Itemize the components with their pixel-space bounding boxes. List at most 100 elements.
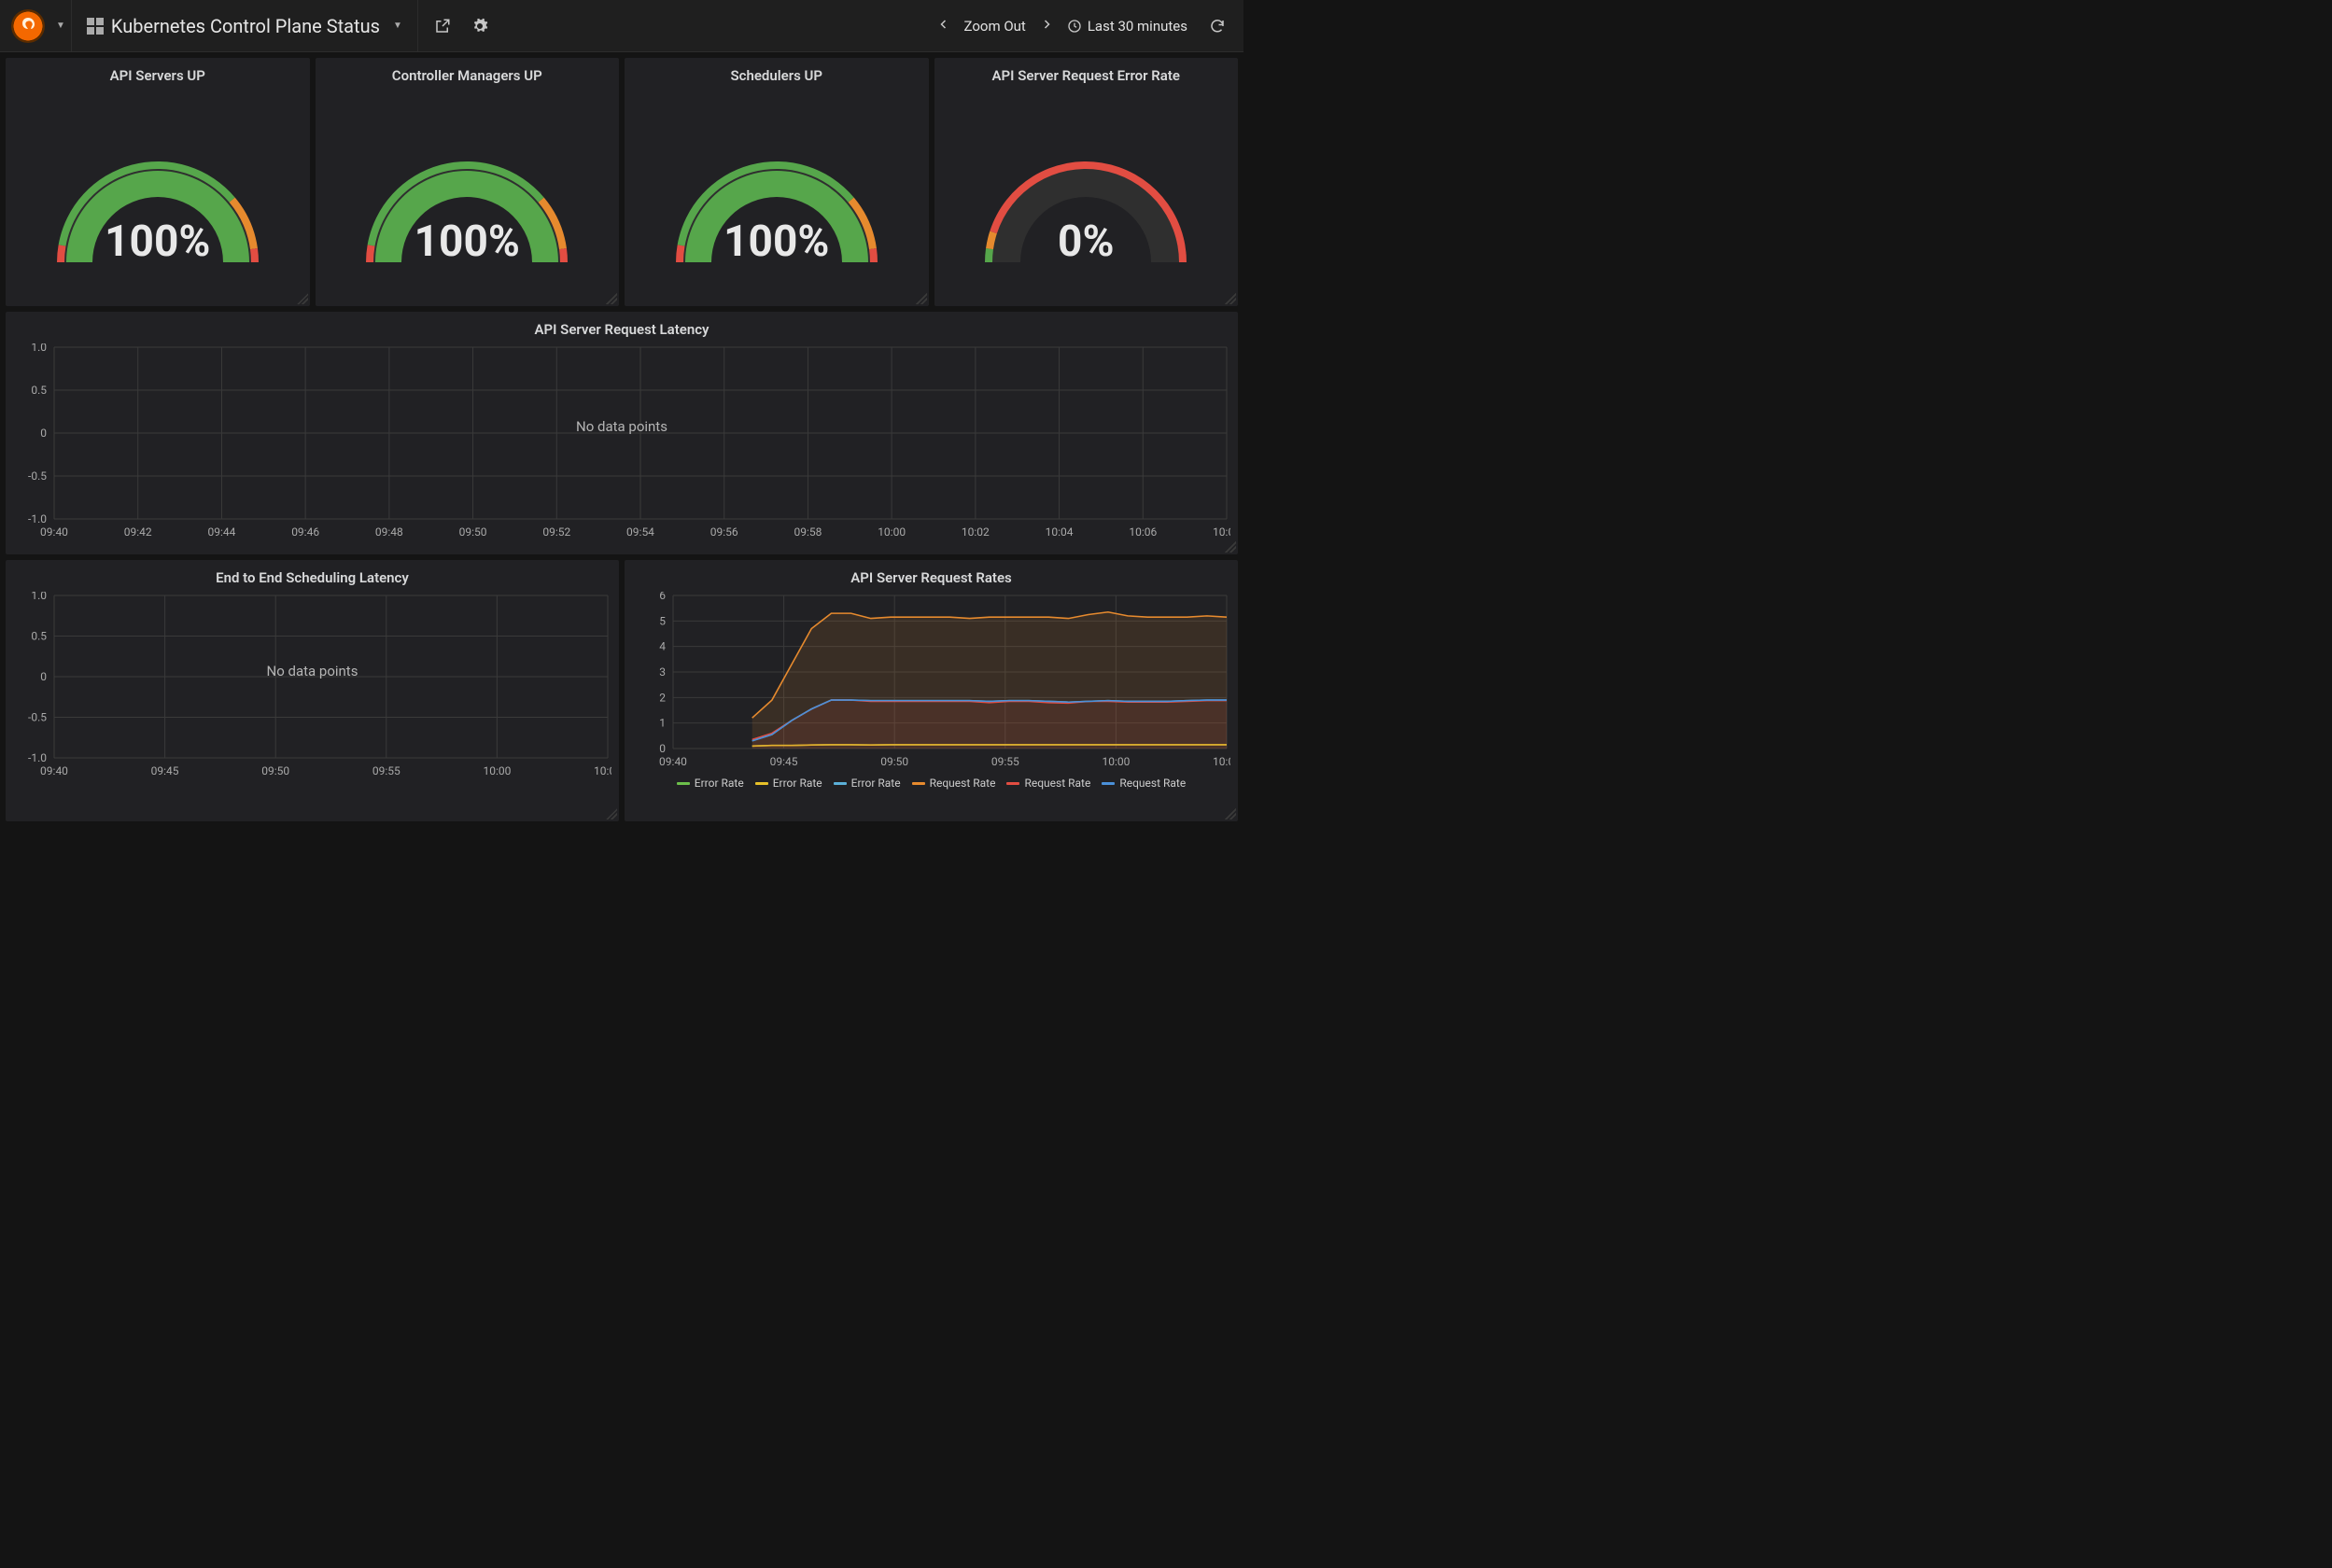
resize-handle[interactable]	[916, 293, 927, 304]
legend-item[interactable]: Error Rate	[834, 777, 901, 790]
svg-text:09:50: 09:50	[880, 755, 908, 768]
legend-item[interactable]: Error Rate	[755, 777, 822, 790]
svg-text:09:42: 09:42	[124, 525, 152, 539]
svg-text:09:40: 09:40	[659, 755, 687, 768]
svg-text:09:55: 09:55	[372, 764, 400, 777]
svg-text:4: 4	[659, 640, 666, 653]
svg-text:1.0: 1.0	[31, 343, 47, 354]
toolbar-divider	[71, 0, 72, 51]
resize-handle[interactable]	[606, 293, 617, 304]
panel-title: Controller Managers UP	[316, 58, 620, 90]
resize-handle[interactable]	[1225, 808, 1236, 819]
svg-text:09:40: 09:40	[40, 525, 68, 539]
no-data-label: No data points	[13, 418, 1230, 435]
resize-handle[interactable]	[297, 293, 308, 304]
legend-label: Error Rate	[695, 777, 744, 790]
svg-text:09:46: 09:46	[291, 525, 319, 539]
svg-text:10:00: 10:00	[483, 764, 511, 777]
resize-handle[interactable]	[1225, 293, 1236, 304]
grafana-logo-icon[interactable]	[11, 9, 45, 43]
panel-scheduling-latency[interactable]: End to End Scheduling Latency 1.00.50-0.…	[6, 560, 619, 821]
legend-label: Request Rate	[1024, 777, 1090, 790]
resize-handle[interactable]	[606, 808, 617, 819]
legend-swatch	[912, 782, 925, 785]
chevron-right-icon	[1041, 19, 1052, 30]
legend-swatch	[1102, 782, 1115, 785]
svg-text:3: 3	[659, 665, 666, 679]
svg-text:5: 5	[659, 614, 666, 627]
panel-title: API Servers UP	[6, 58, 310, 90]
svg-text:09:50: 09:50	[459, 525, 487, 539]
time-forward-button[interactable]	[1037, 15, 1056, 37]
svg-text:10:00: 10:00	[1102, 755, 1130, 768]
svg-text:-1.0: -1.0	[28, 512, 47, 525]
refresh-button[interactable]	[1199, 7, 1236, 45]
dashboard-picker[interactable]: Kubernetes Control Plane Status ▼	[77, 0, 412, 51]
legend-item[interactable]: Request Rate	[1006, 777, 1090, 790]
svg-text:10:05: 10:05	[594, 764, 611, 777]
svg-text:-1.0: -1.0	[28, 751, 47, 764]
zoom-out-button[interactable]: Zoom Out	[964, 18, 1026, 35]
legend-label: Request Rate	[1119, 777, 1186, 790]
panel-title: End to End Scheduling Latency	[6, 560, 619, 592]
legend-item[interactable]: Error Rate	[677, 777, 744, 790]
top-toolbar: ▼ Kubernetes Control Plane Status ▼ Zoom…	[0, 0, 1243, 52]
svg-text:0: 0	[659, 742, 666, 755]
legend-label: Error Rate	[851, 777, 901, 790]
panel-title: Schedulers UP	[625, 58, 929, 90]
legend-item[interactable]: Request Rate	[912, 777, 996, 790]
share-icon	[434, 18, 451, 35]
logo-dropdown-caret-icon[interactable]: ▼	[56, 21, 65, 31]
legend-swatch	[1006, 782, 1019, 785]
time-range-label: Last 30 minutes	[1088, 18, 1187, 35]
svg-text:1.0: 1.0	[31, 592, 47, 602]
svg-text:1: 1	[659, 717, 666, 730]
svg-text:10:02: 10:02	[962, 525, 990, 539]
sched-chart: 1.00.50-0.5-1.009:4009:4509:5009:5510:00…	[13, 592, 611, 778]
svg-text:6: 6	[659, 592, 666, 602]
svg-text:09:45: 09:45	[151, 764, 179, 777]
resize-handle[interactable]	[1225, 541, 1236, 553]
dashboard-title: Kubernetes Control Plane Status	[111, 15, 380, 37]
gauge-value: 0%	[934, 217, 1239, 267]
svg-text:2: 2	[659, 691, 666, 704]
svg-text:09:40: 09:40	[40, 764, 68, 777]
time-range-picker[interactable]: Last 30 minutes	[1067, 18, 1187, 35]
legend-item[interactable]: Request Rate	[1102, 777, 1186, 790]
svg-text:0.5: 0.5	[31, 630, 47, 643]
no-data-label: No data points	[13, 663, 611, 679]
gauge-panel[interactable]: API Servers UP 100%	[6, 58, 310, 306]
share-button[interactable]	[424, 7, 461, 45]
svg-text:-0.5: -0.5	[28, 469, 47, 483]
svg-text:10:04: 10:04	[1046, 525, 1074, 539]
panel-api-latency[interactable]: API Server Request Latency 1.00.50-0.5-1…	[6, 312, 1238, 554]
svg-text:09:48: 09:48	[375, 525, 403, 539]
legend-label: Request Rate	[930, 777, 996, 790]
panel-title: API Server Request Error Rate	[934, 58, 1239, 90]
svg-text:09:54: 09:54	[626, 525, 654, 539]
svg-text:10:08: 10:08	[1213, 525, 1230, 539]
gauge-panel[interactable]: Controller Managers UP 100%	[316, 58, 620, 306]
gear-icon	[471, 18, 488, 35]
gauge-value: 100%	[316, 217, 620, 267]
gauge-value: 100%	[625, 217, 929, 267]
svg-text:09:55: 09:55	[991, 755, 1019, 768]
dashboard-grid-icon	[87, 18, 104, 35]
svg-text:-0.5: -0.5	[28, 711, 47, 724]
svg-text:09:44: 09:44	[207, 525, 235, 539]
chevron-left-icon	[938, 19, 949, 30]
gauge-panel[interactable]: API Server Request Error Rate 0%	[934, 58, 1239, 306]
svg-text:10:00: 10:00	[878, 525, 906, 539]
clock-icon	[1067, 19, 1082, 34]
gauge-panel[interactable]: Schedulers UP 100%	[625, 58, 929, 306]
panel-title: API Server Request Latency	[6, 312, 1238, 343]
legend-swatch	[755, 782, 768, 785]
legend-swatch	[834, 782, 847, 785]
panel-request-rates[interactable]: API Server Request Rates 654321009:4009:…	[625, 560, 1238, 821]
svg-text:09:58: 09:58	[794, 525, 822, 539]
refresh-icon	[1209, 18, 1226, 35]
settings-button[interactable]	[461, 7, 499, 45]
time-back-button[interactable]	[934, 15, 953, 37]
svg-text:09:50: 09:50	[261, 764, 289, 777]
logo-section[interactable]: ▼	[7, 0, 65, 51]
